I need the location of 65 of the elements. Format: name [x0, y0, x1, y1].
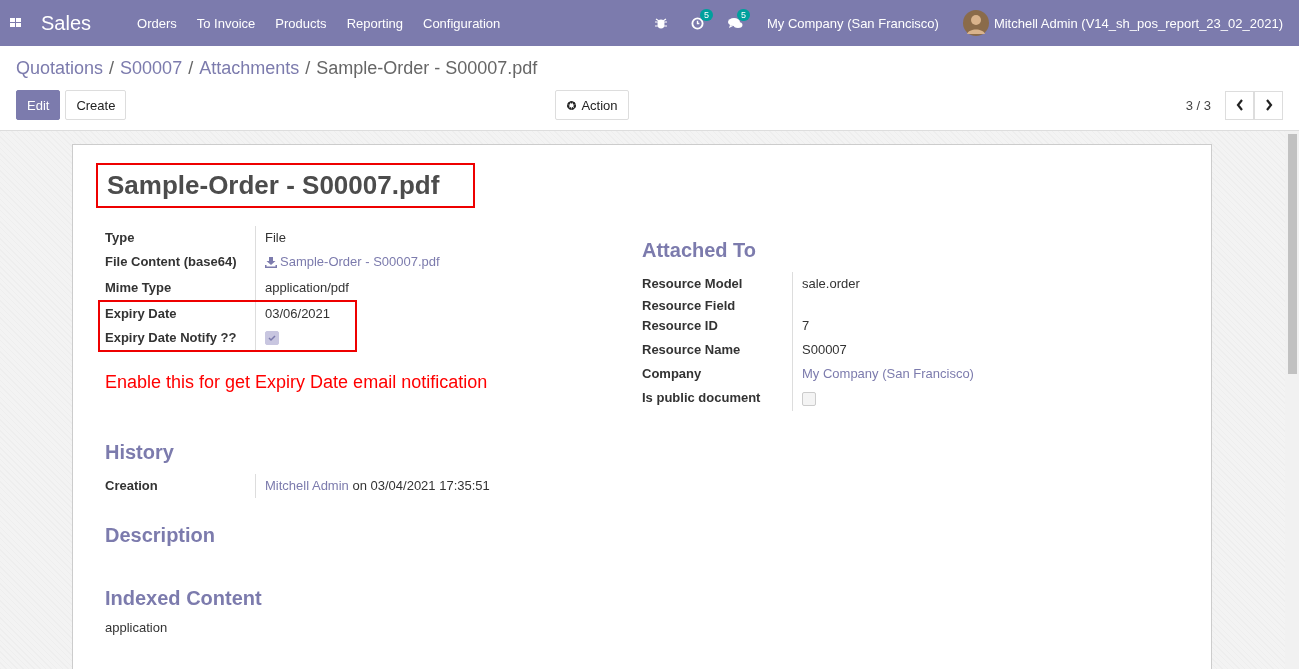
company-switcher[interactable]: My Company (San Francisco): [766, 15, 939, 31]
scrollbar-thumb[interactable]: [1287, 134, 1297, 374]
menu-item[interactable]: To Invoice: [196, 15, 256, 31]
indexed-content-text: application: [105, 620, 169, 636]
action-button[interactable]: Action: [555, 90, 629, 120]
field-value: 7: [802, 318, 810, 333]
breadcrumb[interactable]: S00007: [120, 58, 183, 79]
breadcrumb-separator: /: [305, 58, 311, 79]
field-value: Mitchell Admin on 03/04/2021 17:35:51: [265, 479, 491, 494]
field-link[interactable]: My Company (San Francisco): [802, 367, 974, 381]
breadcrumb[interactable]: Quotations: [16, 58, 104, 79]
clock-icon[interactable]: [690, 16, 704, 30]
section-title: Description: [105, 524, 217, 548]
menu-item[interactable]: Products: [275, 15, 327, 31]
activity-badge: 5: [699, 8, 713, 21]
field-label: Creation: [105, 477, 159, 496]
user-menu[interactable]: Mitchell Admin (V14_sh_pos_report_23_02_2021): [993, 15, 1283, 31]
section-title: Attached To: [642, 239, 758, 262]
chat-icon[interactable]: [727, 16, 743, 30]
message-badge: 5: [736, 8, 750, 21]
file-download-link[interactable]: Sample-Order - S00007.pdf: [265, 255, 440, 269]
avatar-icon[interactable]: [962, 10, 989, 36]
edit-button[interactable]: Edit: [16, 90, 61, 120]
field-label: Is public document: [642, 389, 762, 407]
field-value: application/pdf: [265, 279, 349, 295]
field-label: Resource Model: [642, 275, 744, 293]
chevron-left-icon: [1235, 99, 1244, 111]
author-link[interactable]: Mitchell Admin: [265, 479, 349, 494]
checkbox[interactable]: [265, 331, 279, 346]
field-label: Expiry Date: [105, 304, 178, 323]
field-value: sale.order: [802, 276, 860, 291]
field-label: Expiry Date Notify ??: [105, 328, 238, 347]
apps-menu-icon[interactable]: [10, 18, 22, 28]
section-title: History: [105, 441, 175, 465]
field-value: 03/06/2021: [265, 305, 331, 321]
field-label: Resource Field: [642, 297, 737, 314]
bug-icon[interactable]: [654, 17, 667, 29]
field-label: Mime Type: [105, 278, 173, 297]
menu-item[interactable]: Orders: [137, 15, 177, 31]
breadcrumb[interactable]: Attachments: [199, 58, 300, 79]
checkbox[interactable]: [802, 391, 816, 406]
field-label: Company: [642, 365, 703, 383]
field-label: File Content (base64): [105, 253, 238, 271]
record-title: Sample-Order - S00007.pdf: [96, 163, 476, 208]
create-button[interactable]: Create: [65, 90, 127, 120]
field-value: S00007: [802, 342, 847, 357]
field-label: Resource ID: [642, 317, 719, 335]
breadcrumb: Sample-Order - S00007.pdf: [316, 58, 538, 79]
app-name[interactable]: Sales: [41, 11, 92, 35]
download-icon: [265, 256, 277, 268]
field-label: Resource Name: [642, 341, 742, 359]
menu-item[interactable]: Configuration: [423, 15, 501, 31]
previous-button[interactable]: [1225, 90, 1254, 120]
breadcrumb-separator: /: [109, 58, 115, 79]
next-button[interactable]: [1254, 90, 1283, 120]
breadcrumb-separator: /: [188, 58, 194, 79]
menu-item[interactable]: Reporting: [346, 15, 403, 31]
section-title: Indexed Content: [105, 587, 263, 611]
annotation-text: Enable this for get Expiry Date email notification: [105, 372, 489, 394]
gear-icon: [566, 99, 578, 111]
check-icon: [268, 334, 276, 343]
pager-counter: 3 / 3: [1185, 97, 1211, 113]
chevron-right-icon: [1264, 99, 1273, 111]
field-label: Type: [105, 229, 136, 247]
field-value: File: [265, 230, 286, 245]
